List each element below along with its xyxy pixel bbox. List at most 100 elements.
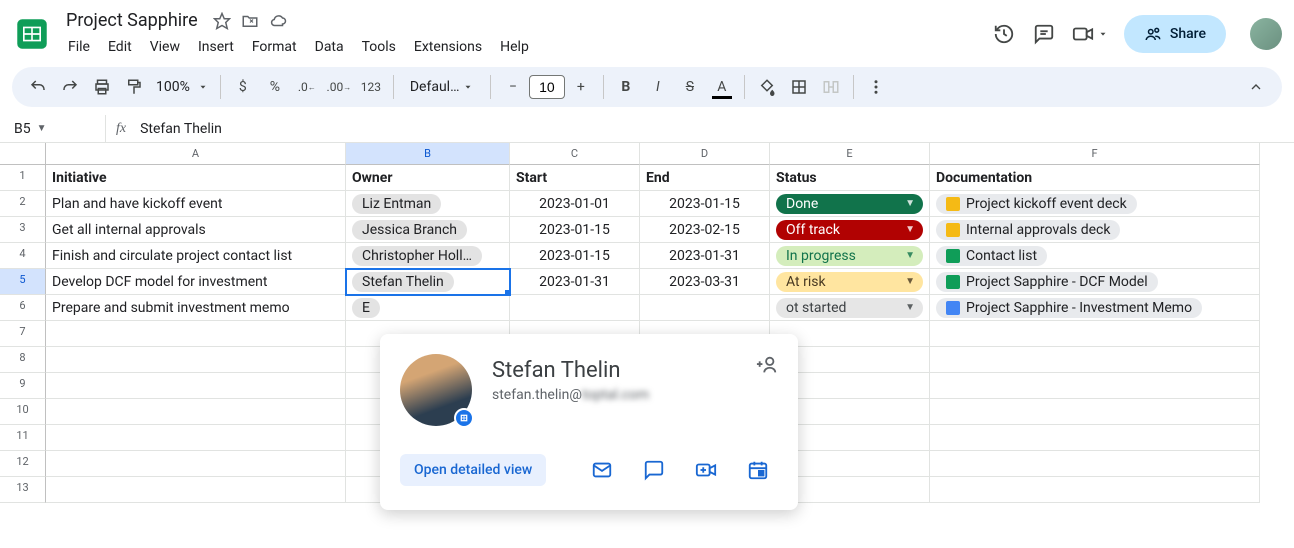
- cell-7-A[interactable]: [46, 321, 346, 347]
- cell-8-F[interactable]: [930, 347, 1260, 373]
- col-header-D[interactable]: D: [640, 143, 770, 165]
- menu-tools[interactable]: Tools: [354, 35, 404, 59]
- more-formats-button[interactable]: 123: [357, 73, 385, 101]
- italic-button[interactable]: I: [644, 73, 672, 101]
- cell-header-e[interactable]: Status: [770, 165, 930, 191]
- name-box[interactable]: B5 ▼: [6, 115, 106, 142]
- row-header-12[interactable]: 12: [0, 451, 46, 477]
- cell-header-d[interactable]: End: [640, 165, 770, 191]
- merge-cells-button[interactable]: [817, 73, 845, 101]
- menu-data[interactable]: Data: [307, 35, 352, 59]
- borders-button[interactable]: [785, 73, 813, 101]
- increase-font-size-button[interactable]: +: [567, 73, 595, 101]
- row-header-11[interactable]: 11: [0, 425, 46, 451]
- row-header-9[interactable]: 9: [0, 373, 46, 399]
- fill-color-button[interactable]: [753, 73, 781, 101]
- cell-12-F[interactable]: [930, 451, 1260, 477]
- menu-format[interactable]: Format: [244, 35, 305, 59]
- cell-4-a[interactable]: Finish and circulate project contact lis…: [46, 243, 346, 269]
- cell-10-F[interactable]: [930, 399, 1260, 425]
- menu-insert[interactable]: Insert: [190, 35, 242, 59]
- cell-2-d[interactable]: 2023-01-15: [640, 191, 770, 217]
- history-icon[interactable]: [992, 22, 1016, 46]
- video-call-icon[interactable]: [686, 450, 726, 490]
- increase-decimal-button[interactable]: .00→: [325, 73, 353, 101]
- cell-5-d[interactable]: 2023-03-31: [640, 269, 770, 295]
- cell-9-F[interactable]: [930, 373, 1260, 399]
- redo-button[interactable]: [56, 73, 84, 101]
- cell-4-e[interactable]: In progress▼: [770, 243, 930, 269]
- row-header-7[interactable]: 7: [0, 321, 46, 347]
- menu-edit[interactable]: Edit: [100, 35, 140, 59]
- cell-6-d[interactable]: [640, 295, 770, 321]
- calendar-icon[interactable]: [738, 450, 778, 490]
- row-header-13[interactable]: 13: [0, 477, 46, 503]
- cell-header-b[interactable]: Owner: [346, 165, 510, 191]
- comments-icon[interactable]: [1032, 22, 1056, 46]
- cell-4-f[interactable]: Contact list: [930, 243, 1260, 269]
- col-header-C[interactable]: C: [510, 143, 640, 165]
- cell-5-f[interactable]: Project Sapphire - DCF Model: [930, 269, 1260, 295]
- cell-5-c[interactable]: 2023-01-31: [510, 269, 640, 295]
- currency-button[interactable]: $: [229, 73, 257, 101]
- chat-icon[interactable]: [634, 450, 674, 490]
- menu-view[interactable]: View: [142, 35, 188, 59]
- cell-12-A[interactable]: [46, 451, 346, 477]
- col-header-B[interactable]: B: [346, 143, 510, 165]
- cell-6-f[interactable]: Project Sapphire - Investment Memo: [930, 295, 1260, 321]
- cloud-status-icon[interactable]: [268, 11, 288, 31]
- cell-13-F[interactable]: [930, 477, 1260, 503]
- col-header-F[interactable]: F: [930, 143, 1260, 165]
- cell-8-A[interactable]: [46, 347, 346, 373]
- zoom-select[interactable]: 100%: [152, 79, 212, 95]
- cell-9-A[interactable]: [46, 373, 346, 399]
- menu-extensions[interactable]: Extensions: [406, 35, 490, 59]
- cell-2-c[interactable]: 2023-01-01: [510, 191, 640, 217]
- row-header-6[interactable]: 6: [0, 295, 46, 321]
- menu-file[interactable]: File: [60, 35, 98, 59]
- formula-input[interactable]: Stefan Thelin: [136, 119, 1294, 139]
- col-header-E[interactable]: E: [770, 143, 930, 165]
- cell-6-c[interactable]: [510, 295, 640, 321]
- bold-button[interactable]: B: [612, 73, 640, 101]
- cell-3-d[interactable]: 2023-02-15: [640, 217, 770, 243]
- decrease-font-size-button[interactable]: −: [499, 73, 527, 101]
- account-avatar[interactable]: [1250, 18, 1282, 50]
- cell-10-A[interactable]: [46, 399, 346, 425]
- cell-5-b[interactable]: Stefan Thelin: [346, 269, 510, 295]
- row-header-3[interactable]: 3: [0, 217, 46, 243]
- cell-header-a[interactable]: Initiative: [46, 165, 346, 191]
- fx-icon[interactable]: fx: [106, 121, 136, 137]
- cell-11-F[interactable]: [930, 425, 1260, 451]
- col-header-A[interactable]: A: [46, 143, 346, 165]
- cell-5-e[interactable]: At risk▼: [770, 269, 930, 295]
- cell-6-a[interactable]: Prepare and submit investment memo: [46, 295, 346, 321]
- cell-2-f[interactable]: Project kickoff event deck: [930, 191, 1260, 217]
- share-button[interactable]: Share: [1124, 15, 1226, 53]
- cell-3-e[interactable]: Off track▼: [770, 217, 930, 243]
- cell-4-b[interactable]: Christopher Holl…: [346, 243, 510, 269]
- email-icon[interactable]: [582, 450, 622, 490]
- row-header-2[interactable]: 2: [0, 191, 46, 217]
- meet-button[interactable]: [1072, 23, 1108, 45]
- cell-3-a[interactable]: Get all internal approvals: [46, 217, 346, 243]
- font-size-input[interactable]: [529, 75, 565, 99]
- document-title[interactable]: Project Sapphire: [60, 8, 204, 33]
- row-header-8[interactable]: 8: [0, 347, 46, 373]
- undo-button[interactable]: [24, 73, 52, 101]
- more-tools-button[interactable]: [862, 73, 890, 101]
- cell-5-a[interactable]: Develop DCF model for investment: [46, 269, 346, 295]
- menu-help[interactable]: Help: [492, 35, 537, 59]
- font-family-select[interactable]: Defaul…: [402, 79, 482, 95]
- cell-2-b[interactable]: Liz Entman: [346, 191, 510, 217]
- cell-3-b[interactable]: Jessica Branch: [346, 217, 510, 243]
- paint-format-button[interactable]: [120, 73, 148, 101]
- row-header-4[interactable]: 4: [0, 243, 46, 269]
- cell-6-e[interactable]: ot started▼: [770, 295, 930, 321]
- cell-11-A[interactable]: [46, 425, 346, 451]
- cell-2-a[interactable]: Plan and have kickoff event: [46, 191, 346, 217]
- cell-13-A[interactable]: [46, 477, 346, 503]
- row-header-1[interactable]: 1: [0, 165, 46, 191]
- cell-4-c[interactable]: 2023-01-15: [510, 243, 640, 269]
- strikethrough-button[interactable]: S: [676, 73, 704, 101]
